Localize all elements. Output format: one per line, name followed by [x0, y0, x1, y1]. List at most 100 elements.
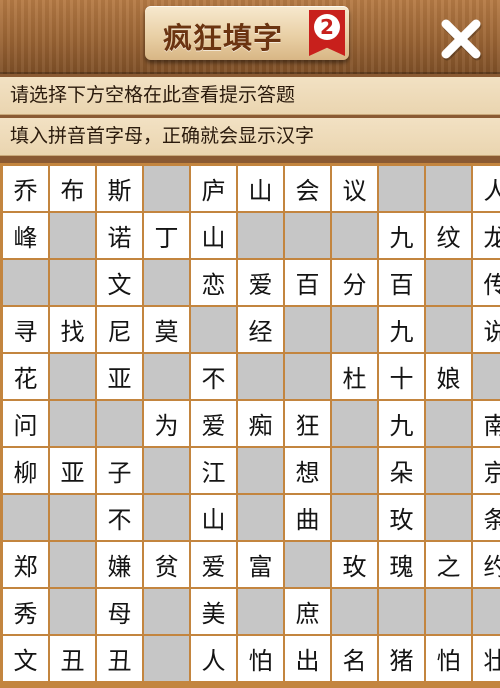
grid-cell-blank[interactable] — [50, 260, 95, 305]
grid-cell-filled[interactable]: 寻 — [3, 307, 48, 352]
grid-cell-blank[interactable] — [379, 166, 424, 211]
grid-cell-filled[interactable]: 爱 — [191, 542, 236, 587]
grid-cell-filled[interactable]: 莫 — [144, 307, 189, 352]
grid-cell-filled[interactable]: 子 — [97, 448, 142, 493]
grid-cell-filled[interactable]: 庐 — [191, 166, 236, 211]
grid-cell-filled[interactable]: 山 — [191, 213, 236, 258]
grid-cell-blank[interactable] — [50, 354, 95, 399]
grid-cell-filled[interactable]: 想 — [285, 448, 330, 493]
grid-cell-filled[interactable]: 约 — [473, 542, 500, 587]
grid-cell-filled[interactable]: 不 — [191, 354, 236, 399]
grid-cell-filled[interactable]: 丁 — [144, 213, 189, 258]
grid-cell-filled[interactable]: 说 — [473, 307, 500, 352]
grid-cell-filled[interactable]: 狂 — [285, 401, 330, 446]
grid-cell-blank[interactable] — [332, 495, 377, 540]
grid-cell-filled[interactable]: 百 — [379, 260, 424, 305]
grid-cell-filled[interactable]: 人 — [191, 636, 236, 681]
grid-cell-filled[interactable]: 斯 — [97, 166, 142, 211]
grid-cell-filled[interactable]: 母 — [97, 589, 142, 634]
grid-cell-filled[interactable]: 亚 — [97, 354, 142, 399]
grid-cell-blank[interactable] — [238, 448, 283, 493]
grid-cell-blank[interactable] — [3, 260, 48, 305]
grid-cell-filled[interactable]: 尼 — [97, 307, 142, 352]
grid-cell-filled[interactable]: 瑰 — [379, 542, 424, 587]
grid-cell-blank[interactable] — [144, 166, 189, 211]
grid-cell-filled[interactable]: 名 — [332, 636, 377, 681]
grid-cell-filled[interactable]: 玫 — [379, 495, 424, 540]
grid-cell-filled[interactable]: 布 — [50, 166, 95, 211]
grid-cell-blank[interactable] — [191, 307, 236, 352]
grid-cell-blank[interactable] — [97, 401, 142, 446]
grid-cell-blank[interactable] — [332, 589, 377, 634]
grid-cell-blank[interactable] — [332, 401, 377, 446]
grid-cell-filled[interactable]: 百 — [285, 260, 330, 305]
grid-cell-filled[interactable]: 柳 — [3, 448, 48, 493]
grid-cell-blank[interactable] — [238, 213, 283, 258]
grid-cell-blank[interactable] — [144, 260, 189, 305]
grid-cell-blank[interactable] — [285, 307, 330, 352]
grid-cell-filled[interactable]: 爱 — [238, 260, 283, 305]
grid-cell-filled[interactable]: 郑 — [3, 542, 48, 587]
grid-cell-filled[interactable]: 乔 — [3, 166, 48, 211]
grid-cell-filled[interactable]: 山 — [238, 166, 283, 211]
grid-cell-filled[interactable]: 壮 — [473, 636, 500, 681]
grid-cell-filled[interactable]: 爱 — [191, 401, 236, 446]
grid-cell-blank[interactable] — [332, 307, 377, 352]
grid-cell-filled[interactable]: 峰 — [3, 213, 48, 258]
grid-cell-filled[interactable]: 九 — [379, 307, 424, 352]
grid-cell-filled[interactable]: 秀 — [3, 589, 48, 634]
grid-cell-filled[interactable]: 山 — [191, 495, 236, 540]
grid-cell-filled[interactable]: 为 — [144, 401, 189, 446]
grid-cell-filled[interactable]: 之 — [426, 542, 471, 587]
grid-cell-filled[interactable]: 经 — [238, 307, 283, 352]
grid-cell-blank[interactable] — [238, 495, 283, 540]
grid-cell-filled[interactable]: 恋 — [191, 260, 236, 305]
grid-cell-blank[interactable] — [332, 213, 377, 258]
grid-cell-filled[interactable]: 嫌 — [97, 542, 142, 587]
grid-cell-filled[interactable]: 亚 — [50, 448, 95, 493]
grid-cell-blank[interactable] — [379, 589, 424, 634]
grid-cell-filled[interactable]: 十 — [379, 354, 424, 399]
grid-cell-blank[interactable] — [144, 495, 189, 540]
grid-cell-blank[interactable] — [426, 448, 471, 493]
grid-cell-blank[interactable] — [144, 448, 189, 493]
grid-cell-blank[interactable] — [426, 589, 471, 634]
grid-cell-filled[interactable]: 娘 — [426, 354, 471, 399]
grid-cell-filled[interactable]: 朵 — [379, 448, 424, 493]
grid-cell-filled[interactable]: 京 — [473, 448, 500, 493]
grid-cell-filled[interactable]: 诺 — [97, 213, 142, 258]
grid-cell-filled[interactable]: 找 — [50, 307, 95, 352]
grid-cell-filled[interactable]: 议 — [332, 166, 377, 211]
grid-cell-blank[interactable] — [144, 589, 189, 634]
grid-cell-filled[interactable]: 富 — [238, 542, 283, 587]
grid-cell-filled[interactable]: 传 — [473, 260, 500, 305]
grid-cell-blank[interactable] — [3, 495, 48, 540]
grid-cell-filled[interactable]: 龙 — [473, 213, 500, 258]
grid-cell-blank[interactable] — [332, 448, 377, 493]
grid-cell-blank[interactable] — [50, 213, 95, 258]
grid-cell-filled[interactable]: 出 — [285, 636, 330, 681]
grid-cell-blank[interactable] — [285, 354, 330, 399]
grid-cell-filled[interactable]: 玫 — [332, 542, 377, 587]
grid-cell-blank[interactable] — [426, 166, 471, 211]
grid-cell-filled[interactable]: 条 — [473, 495, 500, 540]
grid-cell-filled[interactable]: 曲 — [285, 495, 330, 540]
grid-cell-filled[interactable]: 不 — [97, 495, 142, 540]
grid-cell-blank[interactable] — [473, 589, 500, 634]
grid-cell-blank[interactable] — [426, 401, 471, 446]
grid-cell-blank[interactable] — [144, 354, 189, 399]
grid-cell-filled[interactable]: 美 — [191, 589, 236, 634]
close-button[interactable] — [436, 14, 486, 64]
grid-cell-filled[interactable]: 九 — [379, 213, 424, 258]
grid-cell-blank[interactable] — [50, 542, 95, 587]
grid-cell-filled[interactable]: 丑 — [97, 636, 142, 681]
grid-cell-blank[interactable] — [426, 495, 471, 540]
grid-cell-blank[interactable] — [238, 354, 283, 399]
grid-cell-blank[interactable] — [144, 636, 189, 681]
grid-cell-filled[interactable]: 人 — [473, 166, 500, 211]
grid-cell-blank[interactable] — [238, 589, 283, 634]
grid-cell-filled[interactable]: 分 — [332, 260, 377, 305]
grid-cell-blank[interactable] — [285, 213, 330, 258]
grid-cell-blank[interactable] — [50, 495, 95, 540]
grid-cell-filled[interactable]: 怕 — [426, 636, 471, 681]
